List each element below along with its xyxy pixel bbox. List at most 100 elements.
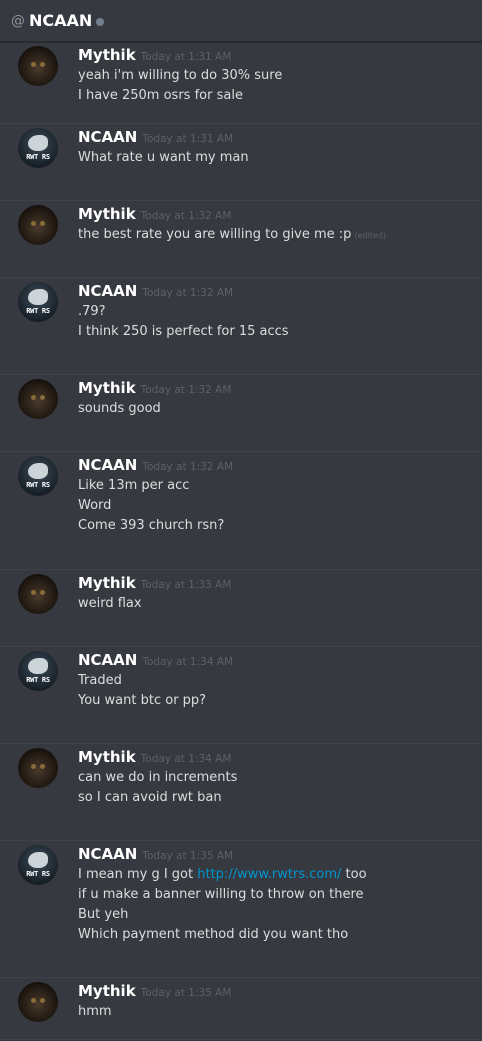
message-author[interactable]: Mythik	[78, 982, 136, 1000]
message-line: I think 250 is perfect for 15 accs	[78, 322, 482, 342]
message-text: Traded	[78, 673, 122, 688]
message-group[interactable]: RWT RS NCAAN Today at 1:32 AM .79? I think 2…	[0, 278, 482, 375]
message-text: if u make a banner willing to throw on t…	[78, 887, 364, 902]
message-header: NCAAN Today at 1:32 AM	[78, 456, 482, 476]
avatar[interactable]	[18, 379, 58, 419]
cat-eye-icon	[31, 395, 36, 400]
cat-eye-icon	[40, 764, 45, 769]
message-text: I think 250 is perfect for 15 accs	[78, 324, 289, 339]
message-line: Word	[78, 496, 482, 516]
message-timestamp: Today at 1:31 AM	[140, 51, 232, 63]
message-text: You want btc or pp?	[78, 693, 207, 708]
avatar[interactable]	[18, 205, 58, 245]
avatar[interactable]	[18, 46, 58, 86]
avatar-logo-text: RWT RS	[26, 307, 50, 315]
message-group[interactable]: RWT RS NCAAN Today at 1:32 AM Like 13m per …	[0, 452, 482, 570]
message-content: NCAAN Today at 1:32 AM Like 13m per acc Wor…	[78, 456, 482, 569]
message-author[interactable]: NCAAN	[78, 456, 137, 474]
message-content: NCAAN Today at 1:31 AM What rate u want my…	[78, 128, 482, 200]
message-author[interactable]: NCAAN	[78, 845, 137, 863]
message-group[interactable]: Mythik Today at 1:33 AM weird flax	[0, 570, 482, 647]
message-text: .79?	[78, 304, 106, 319]
message-header: Mythik Today at 1:32 AM	[78, 205, 482, 225]
message-group[interactable]: RWT RS NCAAN Today at 1:34 AM Traded You wan…	[0, 647, 482, 744]
message-author[interactable]: Mythik	[78, 748, 136, 766]
message-timestamp: Today at 1:35 AM	[140, 987, 232, 999]
cat-eye-icon	[31, 62, 36, 67]
message-text: Like 13m per acc	[78, 478, 190, 493]
message-group[interactable]: Mythik Today at 1:31 AM yeah i'm willing t…	[0, 42, 482, 124]
cat-eye-icon	[31, 764, 36, 769]
message-timestamp: Today at 1:34 AM	[140, 753, 232, 765]
message-line: if u make a banner willing to throw on t…	[78, 885, 482, 905]
avatar[interactable]	[18, 574, 58, 614]
dm-recipient-name[interactable]: NCAAN	[29, 11, 92, 30]
message-line: You want btc or pp?	[78, 691, 482, 711]
message-header: NCAAN Today at 1:32 AM	[78, 282, 482, 302]
avatar[interactable]: RWT RS	[18, 282, 58, 322]
message-line: weird flax	[78, 594, 482, 614]
avatar[interactable]	[18, 748, 58, 788]
message-line: I mean my g I got http://www.rwtrs.com/ …	[78, 865, 482, 885]
message-header: Mythik Today at 1:35 AM	[78, 982, 482, 1002]
message-author[interactable]: Mythik	[78, 574, 136, 592]
message-group[interactable]: Mythik Today at 1:32 AM sounds good	[0, 375, 482, 452]
message-list[interactable]: Mythik Today at 1:31 AM yeah i'm willing t…	[0, 42, 482, 1040]
message-timestamp: Today at 1:32 AM	[142, 287, 234, 299]
avatar[interactable]: RWT RS	[18, 651, 58, 691]
message-group[interactable]: RWT RS NCAAN Today at 1:31 AM What rate u w…	[0, 124, 482, 201]
avatar[interactable]: RWT RS	[18, 845, 58, 885]
message-line: What rate u want my man	[78, 148, 482, 168]
message-author[interactable]: Mythik	[78, 379, 136, 397]
message-group[interactable]: Mythik Today at 1:32 AM the best rate you …	[0, 201, 482, 278]
message-line: Which payment method did you want tho	[78, 925, 482, 945]
cat-eye-icon	[40, 395, 45, 400]
message-text: sounds good	[78, 401, 161, 416]
message-header: Mythik Today at 1:32 AM	[78, 379, 482, 399]
message-header: Mythik Today at 1:34 AM	[78, 748, 482, 768]
cat-eye-icon	[40, 590, 45, 595]
cat-eye-icon	[31, 221, 36, 226]
cat-eye-icon	[40, 221, 45, 226]
message-header: NCAAN Today at 1:31 AM	[78, 128, 482, 148]
message-text: Come 393 church rsn?	[78, 518, 225, 533]
status-offline-icon	[96, 17, 105, 26]
message-author[interactable]: Mythik	[78, 205, 136, 223]
avatar[interactable]: RWT RS	[18, 128, 58, 168]
message-content: Mythik Today at 1:33 AM weird flax	[78, 574, 482, 646]
message-text: can we do in increments	[78, 770, 238, 785]
message-line: sounds good	[78, 399, 482, 419]
bird-logo-icon	[28, 463, 48, 479]
edited-indicator: (edited)	[354, 231, 387, 240]
avatar-logo-text: RWT RS	[26, 676, 50, 684]
message-content: Mythik Today at 1:32 AM the best rate you …	[78, 205, 482, 277]
message-line: can we do in increments	[78, 768, 482, 788]
dm-header: @ NCAAN	[0, 0, 482, 42]
message-text: What rate u want my man	[78, 150, 249, 165]
message-author[interactable]: NCAAN	[78, 282, 137, 300]
message-group[interactable]: Mythik Today at 1:35 AM hmm	[0, 978, 482, 1040]
message-content: Mythik Today at 1:32 AM sounds good	[78, 379, 482, 451]
bird-logo-icon	[28, 852, 48, 868]
message-link[interactable]: http://www.rwtrs.com/	[197, 867, 341, 882]
cat-eye-icon	[40, 998, 45, 1003]
message-author[interactable]: NCAAN	[78, 128, 137, 146]
message-line: But yeh	[78, 905, 482, 925]
avatar[interactable]	[18, 982, 58, 1022]
bird-logo-icon	[28, 658, 48, 674]
message-text: Word	[78, 498, 112, 513]
message-author[interactable]: Mythik	[78, 46, 136, 64]
message-author[interactable]: NCAAN	[78, 651, 137, 669]
message-text: weird flax	[78, 596, 142, 611]
message-content: NCAAN Today at 1:35 AM I mean my g I got h…	[78, 845, 482, 977]
avatar[interactable]: RWT RS	[18, 456, 58, 496]
message-text: hmm	[78, 1004, 112, 1019]
avatar-logo-text: RWT RS	[26, 153, 50, 161]
message-line: Come 393 church rsn?	[78, 516, 482, 536]
message-group[interactable]: RWT RS NCAAN Today at 1:35 AM I mean my g I…	[0, 841, 482, 978]
message-text: But yeh	[78, 907, 129, 922]
message-content: NCAAN Today at 1:32 AM .79? I think 250 is …	[78, 282, 482, 374]
message-line: .79?	[78, 302, 482, 322]
message-group[interactable]: Mythik Today at 1:34 AM can we do in incre…	[0, 744, 482, 841]
message-text: yeah i'm willing to do 30% sure	[78, 68, 283, 83]
